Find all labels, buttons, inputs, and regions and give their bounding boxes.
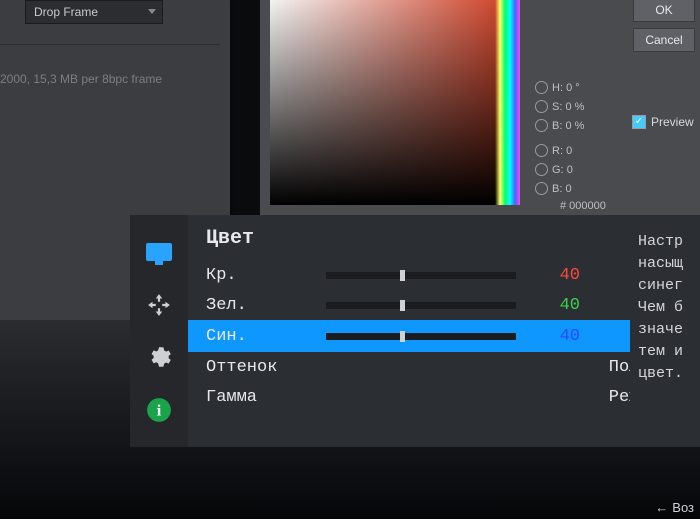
cancel-button[interactable]: Cancel [633,28,695,52]
gear-icon [146,344,172,370]
red-value: 40 [540,266,580,285]
blue-slider[interactable] [326,333,516,340]
bch-label: B: [552,183,562,195]
divider [0,44,220,45]
info-icon: i [146,397,172,423]
osd-title: Цвет [206,227,700,250]
green-value: 40 [540,296,580,315]
bri-radio[interactable] [535,119,548,132]
position-tab[interactable] [144,290,174,320]
g-value[interactable]: 0 [567,164,573,176]
return-label: Воз [672,500,694,515]
h-value[interactable]: 0 ° [566,82,580,94]
ok-button[interactable]: OK [633,0,695,22]
blue-value: 40 [540,327,580,346]
r-label: R: [552,145,563,157]
drop-frame-label: Drop Frame [34,5,98,19]
osd-row-green[interactable]: Зел. 40 [206,290,700,320]
drop-frame-select[interactable]: Drop Frame [25,0,163,24]
red-slider[interactable] [326,272,516,279]
display-tab[interactable] [144,237,174,267]
settings-tab[interactable] [144,342,174,372]
g-label: G: [552,164,564,176]
s-value[interactable]: 0 % [565,101,584,113]
r-radio[interactable] [535,144,548,157]
s-label: S: [552,101,562,113]
arrows-icon [146,292,172,318]
gamma-label: Гамма [206,388,326,407]
hsb-rgb-inputs: H: 0 ° S: 0 % B: 0 % R: 0 G: 0 B: 0 [535,78,584,198]
color-picker-panel: OK Cancel [260,0,700,220]
green-slider[interactable] [326,302,516,309]
b-value[interactable]: 0 % [565,120,584,132]
osd-row-blue[interactable]: Син. 40 [188,320,700,352]
color-field[interactable] [270,0,520,205]
monitor-icon [146,243,172,261]
osd-sidebar: i [130,215,188,447]
hue-radio[interactable] [535,81,548,94]
g-radio[interactable] [535,163,548,176]
hue-label: Оттенок [206,358,326,377]
h-label: H: [552,82,563,94]
osd-help-panel: Настр насыщ синег Чем б значе тем и цвет… [630,215,700,447]
red-label: Кр. [206,266,326,285]
r-value[interactable]: 0 [566,145,572,157]
frame-info-text: 2000, 15,3 MB per 8bpc frame [0,72,162,86]
preview-checkbox[interactable]: ✓ Preview [632,115,694,129]
return-arrow-icon: ← [655,500,668,515]
chevron-down-icon [148,9,156,14]
hex-value[interactable]: # 000000 [560,200,606,212]
sat-radio[interactable] [535,100,548,113]
green-label: Зел. [206,296,326,315]
checkbox-icon: ✓ [632,115,646,129]
preview-label: Preview [651,115,694,129]
osd-row-hue[interactable]: Оттенок Польз. [206,352,700,382]
svg-text:i: i [157,401,162,419]
osd-row-red[interactable]: Кр. 40 [206,260,700,290]
osd-body: Цвет Кр. 40 Зел. 40 Син. 40 [188,215,700,447]
osd-row-gamma[interactable]: Гамма Режим1 [206,382,700,412]
monitor-osd-menu: i Цвет Кр. 40 Зел. 40 Син. [130,215,700,447]
return-hint: ← Воз [655,500,694,515]
bch-value[interactable]: 0 [565,183,571,195]
bch-radio[interactable] [535,182,548,195]
b-label: B: [552,120,562,132]
blue-label: Син. [206,327,326,346]
info-tab[interactable]: i [144,395,174,425]
